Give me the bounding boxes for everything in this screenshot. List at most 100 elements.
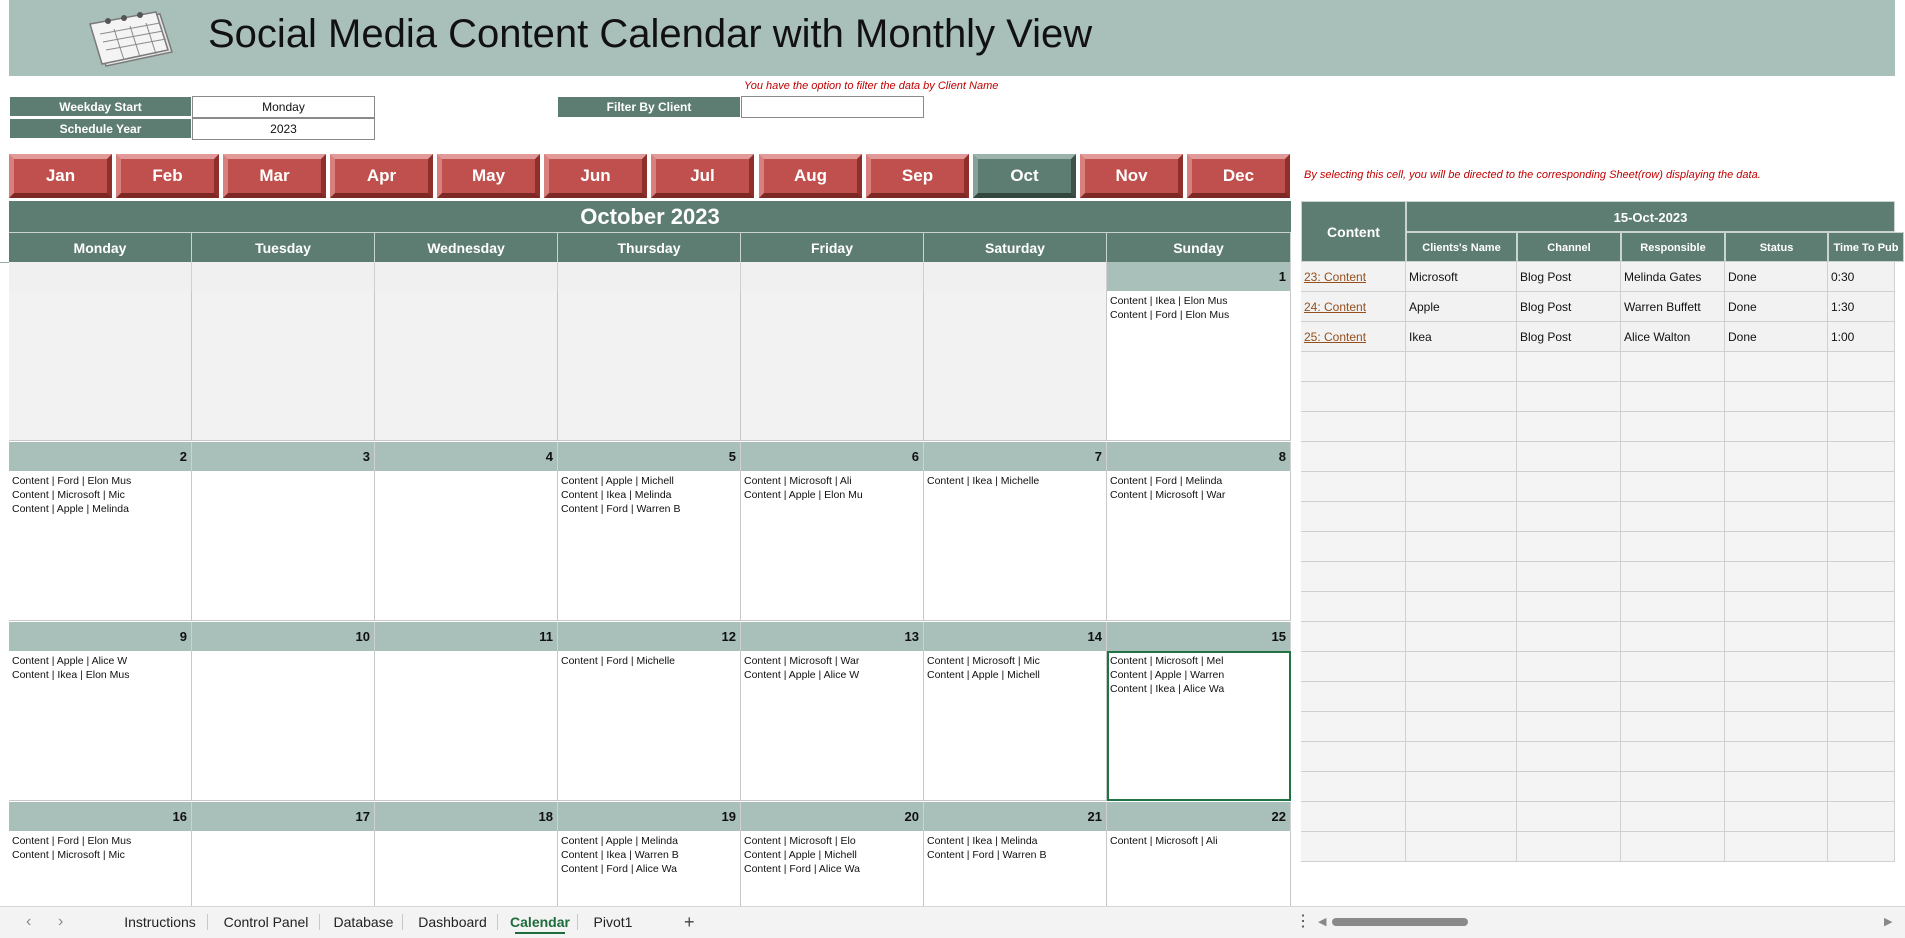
calendar-entry[interactable]: Content | Ford | Warren B bbox=[927, 848, 1103, 862]
calendar-day-cell[interactable] bbox=[192, 291, 375, 441]
horizontal-scrollbar-thumb[interactable] bbox=[1332, 918, 1468, 926]
calendar-entry[interactable]: Content | Ford | Elon Mus bbox=[1110, 308, 1287, 322]
calendar-day-cell[interactable]: Content | Ford | Elon Mus Content | Micro… bbox=[9, 471, 192, 621]
calendar-entry[interactable]: Content | Apple | Warren bbox=[1110, 668, 1287, 682]
calendar-entry[interactable]: Content | Ikea | Melinda bbox=[561, 488, 737, 502]
month-button-dec[interactable]: Dec bbox=[1187, 154, 1290, 198]
calendar-entry[interactable]: Content | Microsoft | Elo bbox=[744, 834, 920, 848]
calendar-day-cell[interactable]: Content | Ikea | Michelle bbox=[924, 471, 1107, 621]
calendar-entry[interactable]: Content | Ford | Elon Mus bbox=[12, 834, 188, 848]
month-button-apr[interactable]: Apr bbox=[330, 154, 433, 198]
calendar-entry[interactable]: Content | Apple | Elon Mu bbox=[744, 488, 920, 502]
calendar-entry[interactable]: Content | Ikea | Melinda bbox=[927, 834, 1103, 848]
month-button-feb[interactable]: Feb bbox=[116, 154, 219, 198]
calendar-entry[interactable]: Content | Ford | Elon Mus bbox=[12, 474, 188, 488]
calendar-day-cell[interactable]: Content | Ford | Melinda Content | Micros… bbox=[1107, 471, 1291, 621]
calendar-day-cell[interactable]: Content | Microsoft | Mic Content | Apple… bbox=[924, 651, 1107, 801]
calendar-day-cell[interactable]: Content | Apple | Alice W Content | Ikea … bbox=[9, 651, 192, 801]
calendar-entry[interactable]: Content | Ford | Alice Wa bbox=[744, 862, 920, 876]
sheet-tab-database[interactable]: Database bbox=[327, 906, 400, 938]
more-options-icon[interactable]: ⋮ bbox=[1295, 906, 1311, 938]
calendar-entry[interactable]: Content | Ikea | Elon Mus bbox=[1110, 294, 1287, 308]
calendar-entry[interactable]: Content | Ikea | Warren B bbox=[561, 848, 737, 862]
month-button-sep[interactable]: Sep bbox=[866, 154, 969, 198]
calendar-entry[interactable]: Content | Microsoft | Ali bbox=[1110, 834, 1287, 848]
calendar-entry[interactable]: Content | Microsoft | Mel bbox=[1110, 654, 1287, 668]
content-link[interactable]: 23: Content bbox=[1304, 270, 1366, 284]
date-number: 20 bbox=[741, 802, 924, 831]
calendar-entry[interactable]: Content | Apple | Michell bbox=[561, 474, 737, 488]
sheet-tab-pivot1[interactable]: Pivot1 bbox=[585, 906, 641, 938]
month-button-jan[interactable]: Jan bbox=[9, 154, 112, 198]
detail-column-header: Channel bbox=[1517, 232, 1621, 262]
date-number: 10 bbox=[192, 622, 375, 651]
calendar-day-cell[interactable] bbox=[192, 471, 375, 621]
calendar-entry[interactable]: Content | Apple | Alice W bbox=[744, 668, 920, 682]
month-button-nov[interactable]: Nov bbox=[1080, 154, 1183, 198]
month-button-may[interactable]: May bbox=[437, 154, 540, 198]
calendar-day-cell[interactable] bbox=[924, 291, 1107, 441]
month-button-jun[interactable]: Jun bbox=[544, 154, 647, 198]
sheet-tab-control-panel[interactable]: Control Panel bbox=[215, 906, 317, 938]
detail-cell-content[interactable]: 23: Content bbox=[1301, 262, 1406, 292]
calendar-entry[interactable]: Content | Microsoft | War bbox=[1110, 488, 1287, 502]
month-button-jul[interactable]: Jul bbox=[651, 154, 754, 198]
calendar-day-cell[interactable]: Content | Apple | Michell Content | Ikea … bbox=[558, 471, 741, 621]
calendar-day-cell[interactable] bbox=[741, 291, 924, 441]
tab-separator bbox=[207, 914, 208, 930]
calendar-entry[interactable]: Content | Apple | Melinda bbox=[561, 834, 737, 848]
month-button-aug[interactable]: Aug bbox=[759, 154, 862, 198]
calendar-entry[interactable]: Content | Microsoft | War bbox=[744, 654, 920, 668]
sheet-tab-instructions[interactable]: Instructions bbox=[115, 906, 205, 938]
calendar-entry[interactable]: Content | Ford | Michelle bbox=[561, 654, 737, 668]
detail-empty-cell bbox=[1301, 772, 1406, 802]
weekday-start-field[interactable]: Monday bbox=[192, 96, 375, 118]
schedule-year-field[interactable]: 2023 bbox=[192, 118, 375, 140]
calendar-entry[interactable]: Content | Microsoft | Mic bbox=[12, 848, 188, 862]
calendar-day-cell[interactable]: Content | Microsoft | Ali Content | Apple… bbox=[741, 471, 924, 621]
calendar-entry[interactable]: Content | Microsoft | Mic bbox=[927, 654, 1103, 668]
month-button-oct[interactable]: Oct bbox=[973, 154, 1076, 198]
calendar-entry[interactable]: Content | Microsoft | Mic bbox=[12, 488, 188, 502]
calendar-entry[interactable]: Content | Apple | Alice W bbox=[12, 654, 188, 668]
chevron-right-icon[interactable]: › bbox=[58, 906, 63, 938]
calendar-entry[interactable]: Content | Apple | Melinda bbox=[12, 502, 188, 516]
scroll-left-icon[interactable]: ◀ bbox=[1318, 906, 1326, 938]
detail-cell-content[interactable]: 24: Content bbox=[1301, 292, 1406, 322]
calendar-day-cell[interactable]: Content | Microsoft | Mel Content | Apple… bbox=[1107, 651, 1291, 801]
calendar-entry[interactable]: Content | Ford | Melinda bbox=[1110, 474, 1287, 488]
sheet-tab-dashboard[interactable]: Dashboard bbox=[410, 906, 495, 938]
calendar-entry[interactable]: Content | Ford | Alice Wa bbox=[561, 862, 737, 876]
calendar-day-cell[interactable]: Content | Ford | Michelle bbox=[558, 651, 741, 801]
calendar-day-cell[interactable] bbox=[558, 291, 741, 441]
date-number: 14 bbox=[924, 622, 1107, 651]
calendar-entry[interactable]: Content | Apple | Michell bbox=[744, 848, 920, 862]
calendar-entry[interactable]: Content | Ford | Warren B bbox=[561, 502, 737, 516]
calendar-entry[interactable]: Content | Apple | Michell bbox=[927, 668, 1103, 682]
calendar-entry[interactable]: Content | Ikea | Alice Wa bbox=[1110, 682, 1287, 696]
date-number: 15 bbox=[1107, 622, 1291, 651]
calendar-day-cell[interactable] bbox=[375, 471, 558, 621]
calendar-day-cell[interactable]: Content | Microsoft | War Content | Apple… bbox=[741, 651, 924, 801]
chevron-left-icon[interactable]: ‹ bbox=[26, 906, 31, 938]
scroll-right-icon[interactable]: ▶ bbox=[1884, 906, 1892, 938]
filter-client-field[interactable] bbox=[741, 96, 924, 118]
calendar-day-cell[interactable] bbox=[192, 651, 375, 801]
calendar-entry[interactable]: Content | Microsoft | Ali bbox=[744, 474, 920, 488]
sheet-tab-calendar[interactable]: Calendar bbox=[505, 906, 575, 938]
detail-cell-content[interactable]: 25: Content bbox=[1301, 322, 1406, 352]
tab-separator bbox=[319, 914, 320, 930]
content-link[interactable]: 25: Content bbox=[1304, 330, 1366, 344]
date-number: 18 bbox=[375, 802, 558, 831]
calendar-day-cell[interactable] bbox=[9, 291, 192, 441]
calendar-day-cell[interactable] bbox=[375, 291, 558, 441]
content-link[interactable]: 24: Content bbox=[1304, 300, 1366, 314]
calendar-entry[interactable]: Content | Ikea | Michelle bbox=[927, 474, 1103, 488]
calendar-day-cell[interactable]: Content | Ikea | Elon Mus Content | Ford … bbox=[1107, 291, 1291, 441]
calendar-day-cell[interactable] bbox=[375, 651, 558, 801]
calendar-entry[interactable]: Content | Ikea | Elon Mus bbox=[12, 668, 188, 682]
add-sheet-icon[interactable]: + bbox=[684, 906, 695, 938]
filter-client-label: Filter By Client bbox=[557, 96, 741, 118]
month-button-mar[interactable]: Mar bbox=[223, 154, 326, 198]
detail-column-header: Clients's Name bbox=[1406, 232, 1517, 262]
